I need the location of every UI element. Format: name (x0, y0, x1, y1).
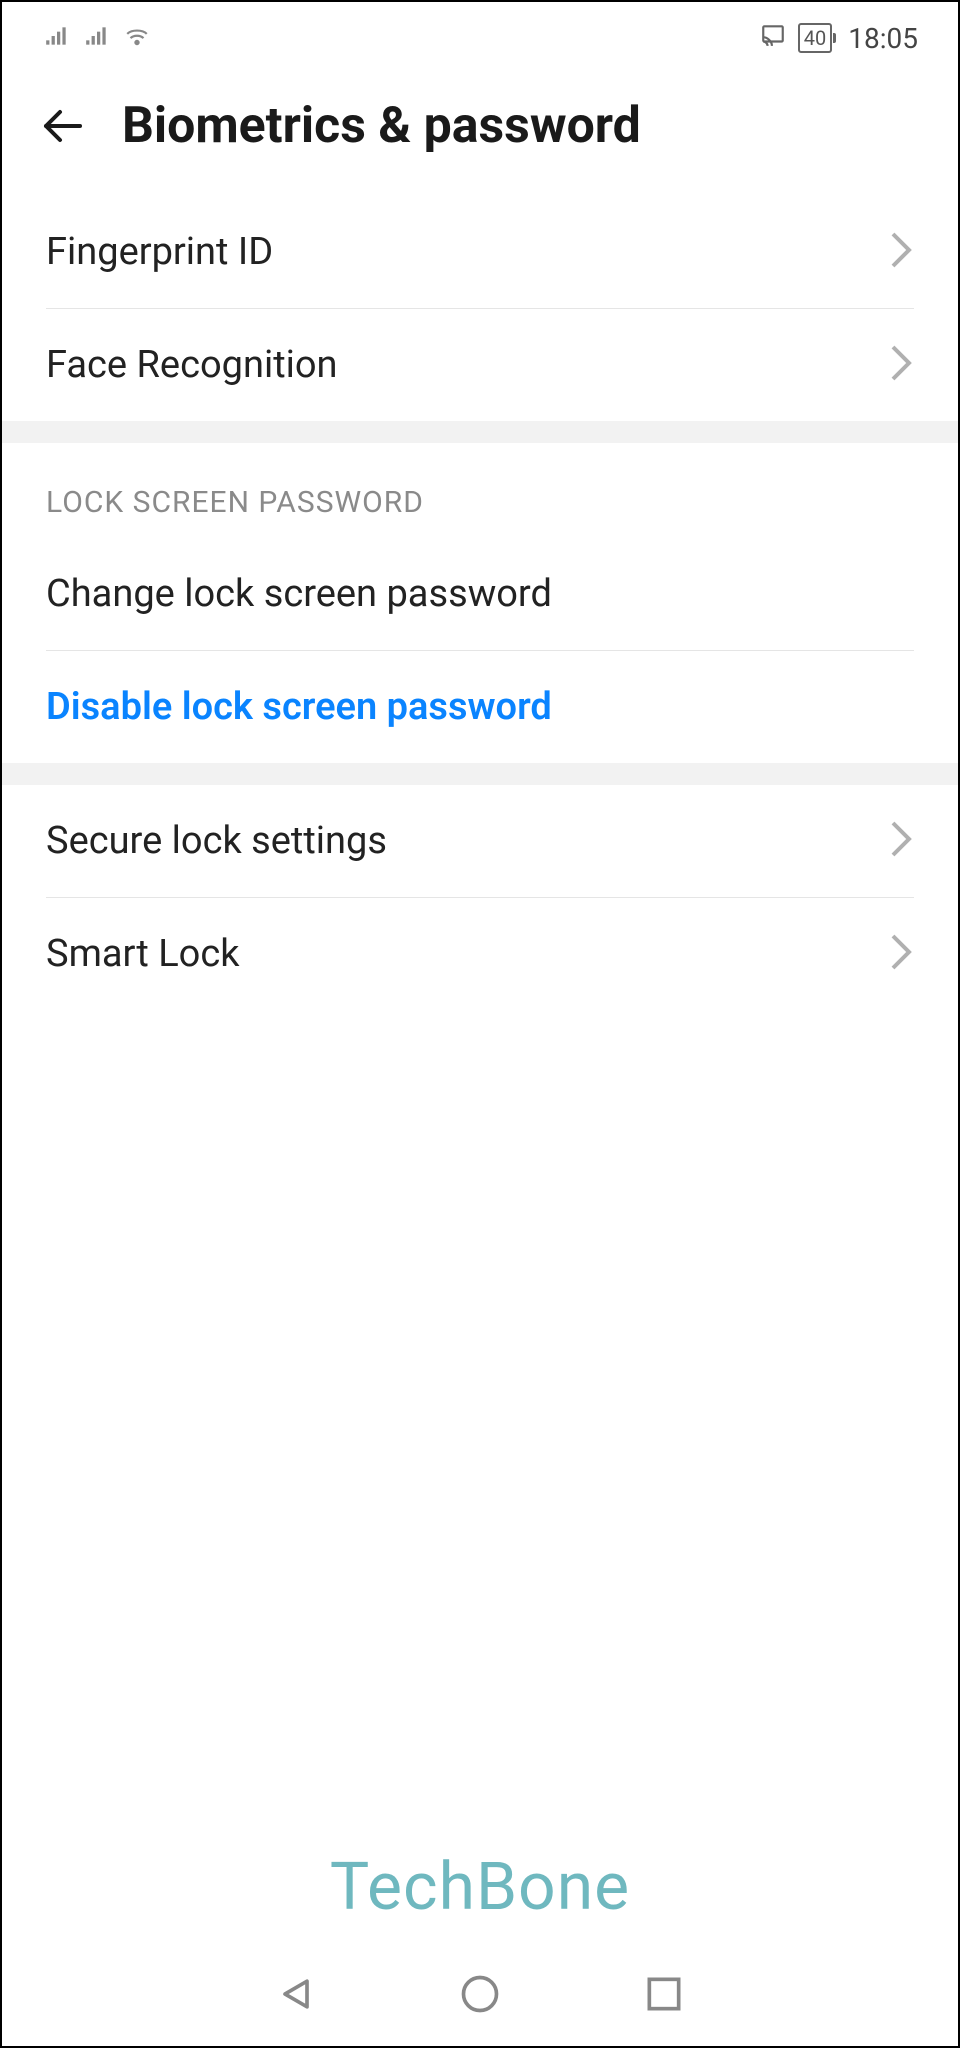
smart-lock-label: Smart Lock (46, 932, 240, 976)
page-header: Biometrics & password (2, 66, 958, 196)
navigation-bar (2, 1946, 958, 2046)
section-gap (2, 421, 958, 443)
wifi-icon (122, 23, 152, 53)
nav-home-icon[interactable] (458, 1972, 502, 2020)
fingerprint-label: Fingerprint ID (46, 230, 273, 274)
status-right: 40 18:05 (758, 22, 918, 55)
chevron-right-icon (888, 343, 914, 387)
section-gap (2, 763, 958, 785)
signal-icon-1 (42, 23, 72, 53)
secure-lock-label: Secure lock settings (46, 819, 387, 863)
lock-screen-section-header: LOCK SCREEN PASSWORD (2, 443, 958, 538)
fingerprint-id-item[interactable]: Fingerprint ID (2, 196, 958, 308)
nav-back-icon[interactable] (274, 1972, 318, 2020)
signal-icon-2 (82, 23, 112, 53)
smart-lock-item[interactable]: Smart Lock (2, 898, 958, 1010)
nav-recent-icon[interactable] (642, 1972, 686, 2020)
change-password-label: Change lock screen password (46, 572, 552, 616)
status-time: 18:05 (848, 22, 918, 55)
face-recognition-label: Face Recognition (46, 343, 338, 387)
back-button[interactable] (32, 96, 92, 156)
secure-lock-item[interactable]: Secure lock settings (2, 785, 958, 897)
change-password-item[interactable]: Change lock screen password (2, 538, 958, 650)
battery-icon: 40 (798, 23, 832, 53)
page-title: Biometrics & password (122, 97, 641, 155)
disable-password-item[interactable]: Disable lock screen password (2, 651, 958, 763)
watermark: TechBone (330, 1849, 630, 1926)
disable-password-label: Disable lock screen password (46, 685, 552, 729)
status-bar: 40 18:05 (2, 2, 958, 66)
face-recognition-item[interactable]: Face Recognition (2, 309, 958, 421)
chevron-right-icon (888, 230, 914, 274)
cast-icon (758, 22, 788, 55)
chevron-right-icon (888, 932, 914, 976)
status-left (42, 23, 152, 53)
chevron-right-icon (888, 819, 914, 863)
battery-level: 40 (804, 26, 826, 50)
